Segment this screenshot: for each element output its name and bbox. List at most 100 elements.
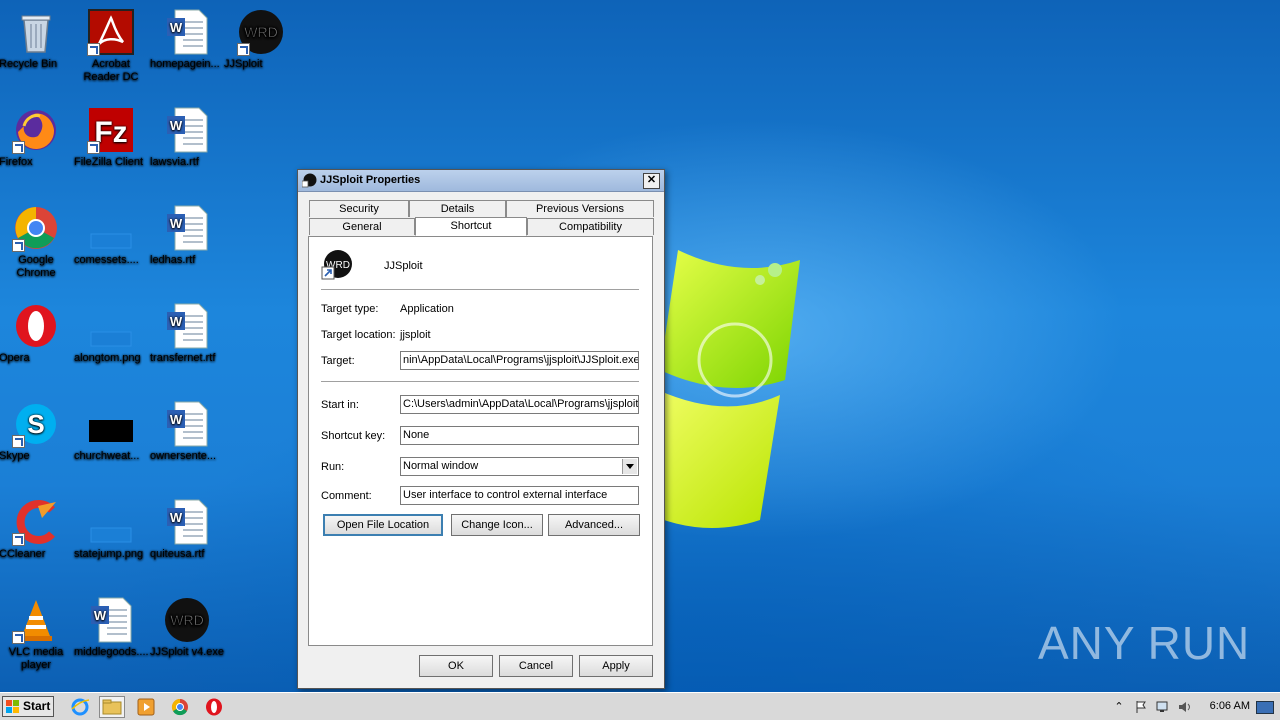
shortcut-arrow-icon bbox=[237, 43, 250, 56]
svg-text:WRD: WRD bbox=[170, 612, 203, 628]
word-doc-icon: W bbox=[167, 401, 208, 447]
comment-field[interactable]: User interface to control external inter… bbox=[400, 486, 639, 505]
tab-shortcut[interactable]: Shortcut bbox=[415, 217, 527, 236]
target-label: Target: bbox=[321, 355, 355, 367]
tab-details[interactable]: Details bbox=[409, 200, 506, 217]
start-in-field[interactable]: C:\Users\admin\AppData\Local\Programs\jj… bbox=[400, 395, 639, 414]
target-location-value: jjsploit bbox=[400, 329, 431, 341]
svg-text:W: W bbox=[170, 216, 183, 231]
desktop-icon-jjsploit-v4[interactable]: WRD JJSploit v4.exe bbox=[149, 592, 225, 658]
advanced-button[interactable]: Advanced... bbox=[548, 514, 640, 536]
desktop-icon-filezilla[interactable]: Fz FileZilla Client bbox=[73, 102, 149, 168]
desktop-icon-opera[interactable]: Opera bbox=[0, 298, 74, 364]
desktop-icon-ledhas[interactable]: W ledhas.rtf bbox=[149, 200, 225, 266]
desktop-icon-comessets[interactable]: comessets.... bbox=[73, 200, 149, 266]
chevron-down-icon[interactable] bbox=[622, 459, 637, 474]
desktop-icon-jjsploit[interactable]: WRD JJSploit bbox=[223, 4, 299, 70]
close-button[interactable]: ✕ bbox=[643, 173, 660, 189]
desktop-icon-quiteusa[interactable]: W quiteusa.rtf bbox=[149, 494, 225, 560]
word-doc-icon: W bbox=[167, 499, 208, 545]
target-type-label: Target type: bbox=[321, 303, 379, 315]
desktop-icon-lawsvia[interactable]: W lawsvia.rtf bbox=[149, 102, 225, 168]
system-tray: ⌃ 6:06 AM bbox=[1108, 693, 1280, 720]
desktop-icon-ccleaner[interactable]: CCleaner bbox=[0, 494, 74, 560]
divider bbox=[321, 381, 639, 383]
internet-explorer-icon[interactable] bbox=[70, 697, 90, 717]
desktop-icon-firefox[interactable]: Firefox bbox=[0, 102, 74, 168]
run-select[interactable]: Normal window bbox=[400, 457, 639, 476]
shortcut-arrow-icon bbox=[87, 43, 100, 56]
desktop-icon-middlegoods[interactable]: W middlegoods.... bbox=[73, 592, 149, 658]
network-icon[interactable] bbox=[1156, 700, 1170, 714]
taskbar: Start ⌃ 6:06 AM bbox=[0, 692, 1280, 720]
black-image-icon bbox=[89, 420, 133, 442]
desktop-icon-ownersente[interactable]: W ownersente... bbox=[149, 396, 225, 462]
media-player-icon[interactable] bbox=[136, 697, 156, 717]
svg-text:W: W bbox=[170, 314, 183, 329]
dialog-title: JJSploit Properties bbox=[320, 174, 421, 186]
shortcut-arrow-icon bbox=[87, 141, 100, 154]
svg-text:WRD: WRD bbox=[244, 24, 277, 40]
shortcut-name: JJSploit bbox=[384, 260, 423, 272]
desktop-icon-google-chrome[interactable]: Google Chrome bbox=[0, 200, 74, 279]
desktop-icon-churchweat[interactable]: churchweat... bbox=[73, 396, 149, 462]
blank-file-icon bbox=[90, 233, 132, 249]
jjsploit-shortcut-icon bbox=[302, 173, 317, 188]
clock[interactable]: 6:06 AM bbox=[1210, 700, 1250, 712]
desktop-icon-acrobat[interactable]: Acrobat Reader DC bbox=[73, 4, 149, 83]
flag-icon[interactable] bbox=[1134, 700, 1148, 714]
target-type-value: Application bbox=[400, 303, 454, 315]
comment-label: Comment: bbox=[321, 490, 372, 502]
cancel-button[interactable]: Cancel bbox=[499, 655, 573, 677]
chevron-up-icon[interactable]: ⌃ bbox=[1112, 700, 1126, 714]
folder-icon bbox=[102, 699, 122, 715]
svg-text:W: W bbox=[170, 510, 183, 525]
shortcut-key-label: Shortcut key: bbox=[321, 430, 386, 442]
open-file-location-button[interactable]: Open File Location bbox=[323, 514, 443, 536]
desktop-icon-skype[interactable]: S Skype bbox=[0, 396, 74, 462]
anyrun-watermark: ANY RUN bbox=[1038, 608, 1249, 678]
word-doc-icon: W bbox=[167, 205, 208, 251]
run-select-value: Normal window bbox=[403, 460, 479, 472]
properties-dialog: JJSploit Properties ✕ Security Details P… bbox=[297, 169, 665, 689]
start-button[interactable]: Start bbox=[2, 696, 54, 717]
dialog-titlebar[interactable]: JJSploit Properties ✕ bbox=[298, 170, 664, 192]
apply-button[interactable]: Apply bbox=[579, 655, 653, 677]
opera-icon bbox=[16, 305, 56, 347]
svg-text:W: W bbox=[170, 118, 183, 133]
desktop-icon-homepagein[interactable]: W homepagein... bbox=[149, 4, 225, 70]
desktop-icon-transfernet[interactable]: W transfernet.rtf bbox=[149, 298, 225, 364]
desktop-icon-vlc[interactable]: VLC media player bbox=[0, 592, 74, 671]
tab-compatibility[interactable]: Compatibility bbox=[527, 218, 654, 235]
shortcut-arrow-icon bbox=[12, 239, 25, 252]
word-doc-icon: W bbox=[167, 9, 208, 55]
shortcut-arrow-icon bbox=[12, 631, 25, 644]
desktop-icon-recycle-bin[interactable]: Recycle Bin bbox=[0, 4, 74, 70]
show-desktop-icon[interactable] bbox=[1256, 701, 1274, 714]
svg-text:W: W bbox=[94, 608, 107, 623]
desktop-icon-statejump[interactable]: statejump.png bbox=[73, 494, 149, 560]
word-doc-icon: W bbox=[91, 597, 132, 643]
blank-file-icon bbox=[90, 527, 132, 543]
run-label: Run: bbox=[321, 461, 345, 473]
word-doc-icon: W bbox=[167, 107, 208, 153]
jjsploit-icon: WRD bbox=[321, 250, 352, 280]
shortcut-arrow-icon bbox=[12, 141, 25, 154]
tab-previous-versions[interactable]: Previous Versions bbox=[506, 200, 654, 217]
blank-file-icon bbox=[90, 331, 132, 347]
tab-general[interactable]: General bbox=[309, 218, 415, 235]
volume-icon[interactable] bbox=[1178, 700, 1192, 714]
svg-text:W: W bbox=[170, 20, 183, 35]
tab-security[interactable]: Security bbox=[309, 200, 409, 217]
target-location-label: Target location: bbox=[321, 329, 396, 341]
shortcut-key-field[interactable]: None bbox=[400, 426, 639, 445]
explorer-folder-icon[interactable] bbox=[99, 696, 125, 718]
divider bbox=[321, 289, 639, 291]
ok-button[interactable]: OK bbox=[419, 655, 493, 677]
desktop-icon-alongtom[interactable]: alongtom.png bbox=[73, 298, 149, 364]
target-field[interactable]: nin\AppData\Local\Programs\jjsploit\JJSp… bbox=[400, 351, 639, 370]
chrome-icon[interactable] bbox=[170, 697, 190, 717]
shortcut-arrow-icon bbox=[12, 533, 25, 546]
change-icon-button[interactable]: Change Icon... bbox=[451, 514, 543, 536]
opera-icon[interactable] bbox=[204, 697, 224, 717]
